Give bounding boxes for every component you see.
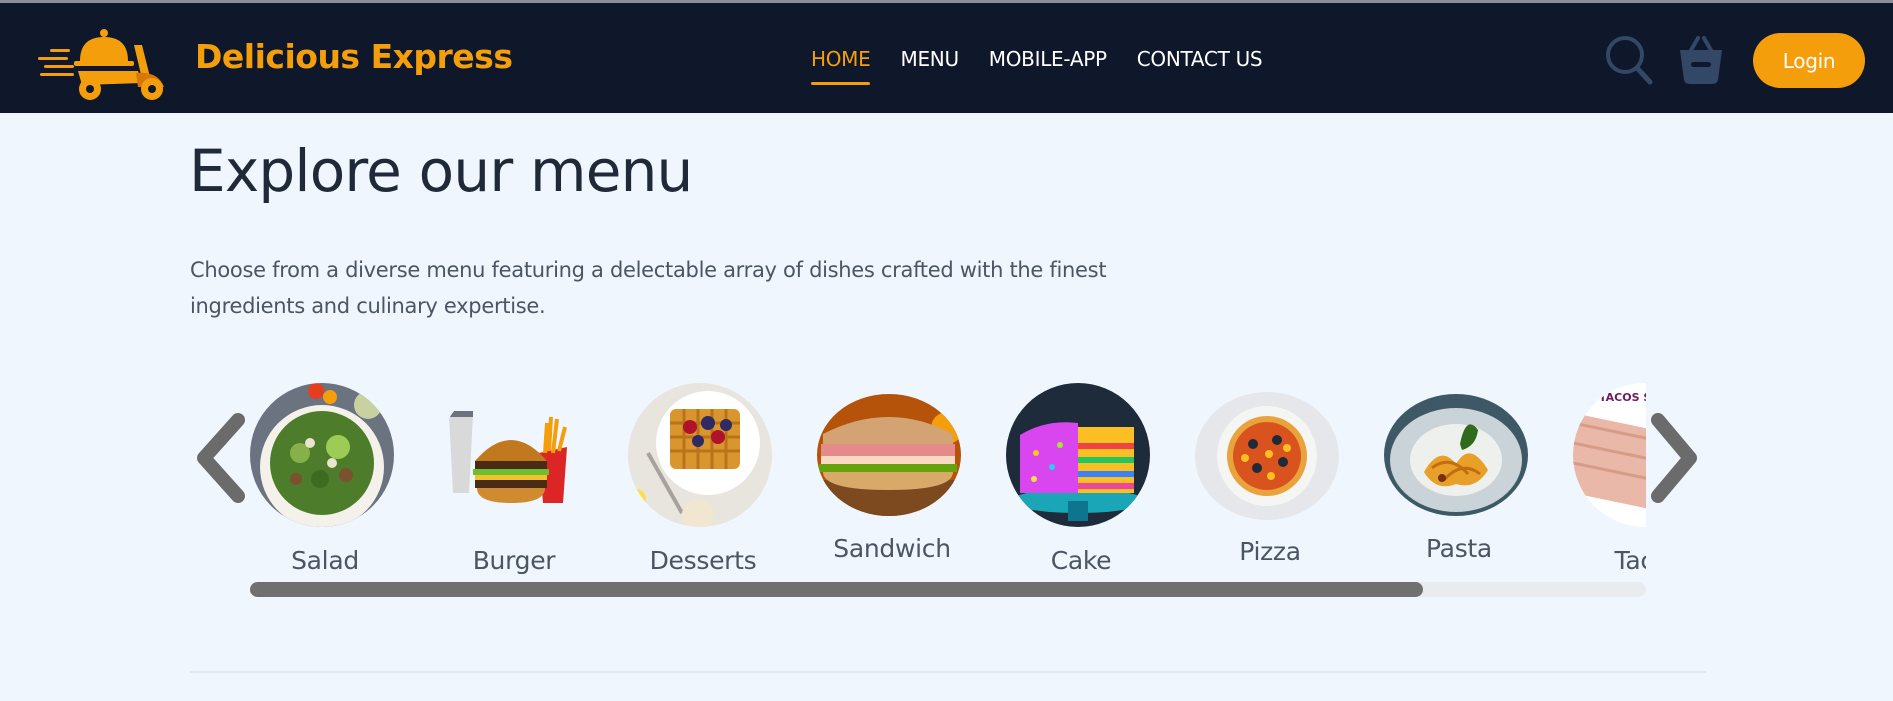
menu-carousel[interactable]: Salad Burger Desserts Sandwich Cake Pizz… [250,376,1646,598]
delivery-scooter-icon[interactable] [38,21,170,101]
menu-item-label: Salad [291,546,359,575]
desserts-image [628,383,772,527]
menu-item-label: Cake [1050,546,1112,575]
login-button[interactable]: Login [1753,33,1865,88]
menu-item-pizza[interactable]: Pizza [1195,376,1345,576]
search-icon[interactable] [1604,34,1654,86]
chevron-right-icon[interactable] [1644,412,1704,504]
nav-menu[interactable]: MENU [900,47,959,71]
nav-mobile-app[interactable]: MOBILE-APP [989,47,1107,71]
sandwich-image [817,394,961,516]
navbar: Delicious Express HOME MENU MOBILE-APP C… [0,3,1893,113]
nav-contact-us[interactable]: CONTACT US [1137,47,1263,71]
menu-item-label: Desserts [649,546,757,575]
cake-image [1006,383,1150,527]
menu-item-label: Pizza [1239,537,1301,566]
chevron-left-icon[interactable] [190,412,250,504]
tacos-image: TACOS STE [1573,383,1646,527]
menu-item-salad[interactable]: Salad [250,376,400,576]
carousel-scrollbar-thumb[interactable] [250,582,1423,597]
menu-item-pasta[interactable]: Pasta [1384,376,1534,576]
menu-item-cake[interactable]: Cake [1006,376,1156,576]
nav-home[interactable]: HOME [811,47,871,85]
section-divider [190,671,1706,673]
menu-item-label: Pasta [1426,534,1492,563]
burger-image [439,383,583,527]
menu-item-desserts[interactable]: Desserts [628,376,778,576]
pasta-image [1384,394,1528,516]
menu-carousel-track: Salad Burger Desserts Sandwich Cake Pizz… [250,376,1646,576]
menu-item-label: Burger [472,546,556,575]
brand-name[interactable]: Delicious Express [195,37,513,76]
menu-item-tacos[interactable]: TACOS STE Tacos [1573,376,1646,576]
pizza-image [1195,392,1339,520]
main-nav: HOME MENU MOBILE-APP CONTACT US [811,47,1263,85]
menu-item-label: Sandwich [833,534,951,563]
page-title: Explore our menu [189,137,693,205]
tacos-image-text: TACOS STE [1599,391,1646,404]
salad-image [250,383,394,527]
menu-item-sandwich[interactable]: Sandwich [817,376,967,576]
basket-icon[interactable] [1674,32,1728,86]
page-description: Choose from a diverse menu featuring a d… [190,258,1107,318]
menu-item-burger[interactable]: Burger [439,376,589,576]
menu-item-label: Tacos [1614,546,1646,575]
